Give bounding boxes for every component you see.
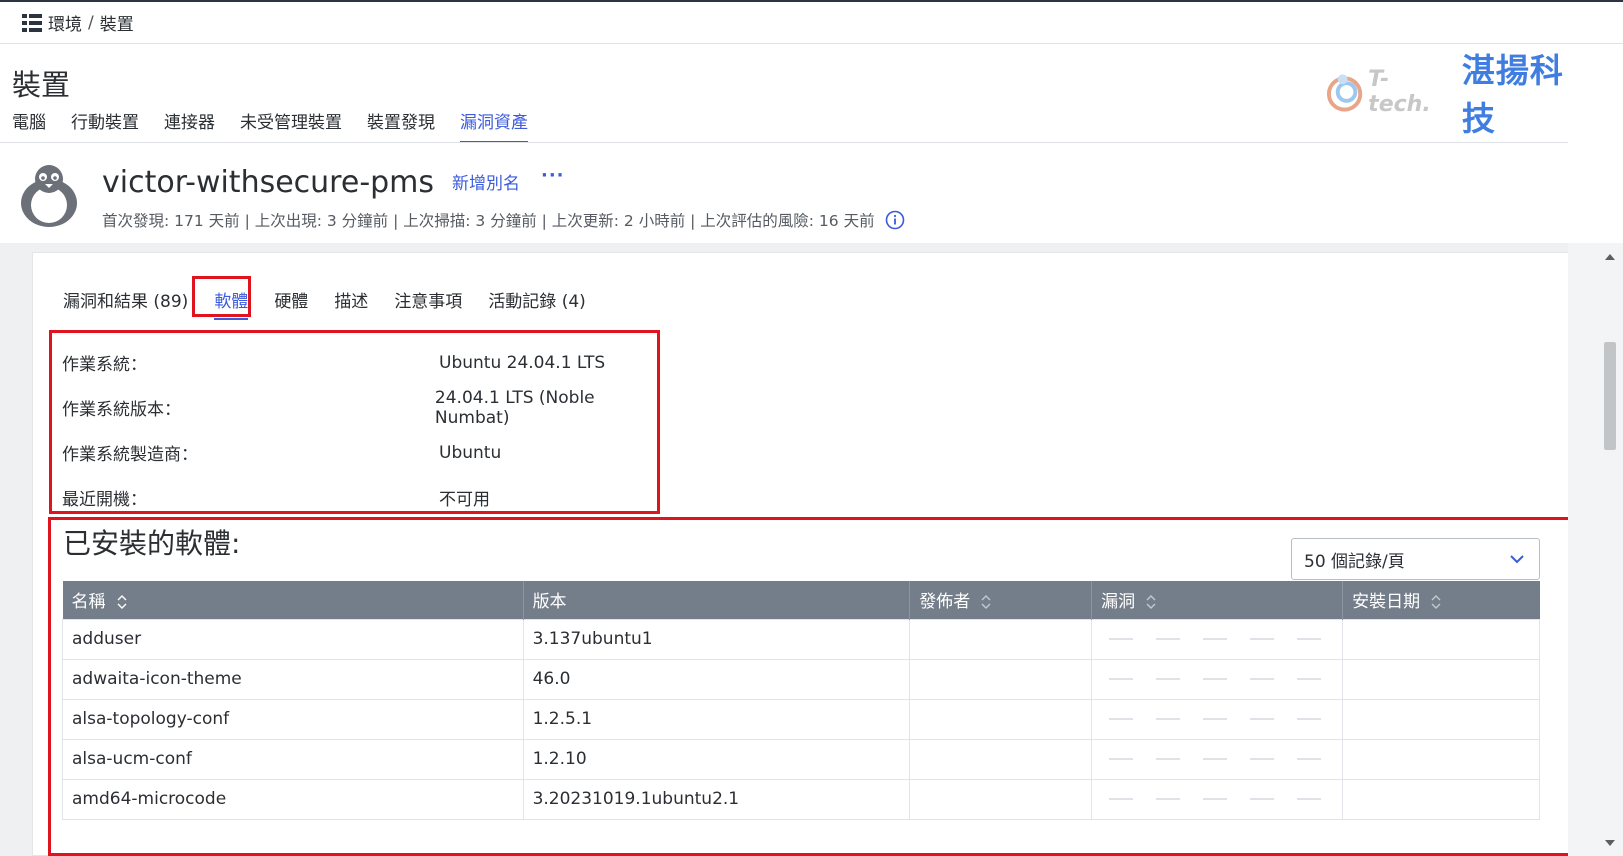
more-options-button[interactable]: ··· [541,165,565,186]
breadcrumb-root[interactable]: 環境 [48,10,82,35]
device-name: victor-withsecure-pms [102,165,435,200]
menu-grid-icon[interactable] [22,13,42,33]
device-header: victor-withsecure-pms 新增別名 ··· 首次發現: 171… [0,143,1568,243]
scrollbar-thumb[interactable] [1604,342,1616,450]
page-title: 裝置 [12,68,71,102]
scroll-up-icon[interactable] [1604,252,1616,262]
highlight-os-info [49,330,660,514]
tab-computers[interactable]: 電腦 [12,108,46,143]
logo-swirl-icon [1326,74,1363,112]
info-icon[interactable] [885,210,905,230]
tab-vulnerabilities-results[interactable]: 漏洞和結果 (89) [63,286,201,318]
tab-notes[interactable]: 注意事項 [381,286,475,318]
add-alias-link[interactable]: 新增別名 [452,169,520,194]
breadcrumb-separator: / [88,12,94,33]
logo-latin: T-tech. [1368,67,1431,117]
tab-device-discovery[interactable]: 裝置發現 [367,108,435,143]
tab-unmanaged-devices[interactable]: 未受管理裝置 [240,108,342,143]
tab-hardware[interactable]: 硬體 [261,286,321,318]
scroll-down-icon[interactable] [1604,838,1616,848]
tab-description[interactable]: 描述 [321,286,381,318]
tab-vulnerability-assets[interactable]: 漏洞資產 [460,108,528,143]
tab-connectors[interactable]: 連接器 [164,108,215,143]
tab-mobile-devices[interactable]: 行動裝置 [71,108,139,143]
logo-chinese: 湛揚科技 [1461,51,1564,138]
scrollbar[interactable] [1568,243,1623,856]
tab-activity-log[interactable]: 活動記錄 (4) [475,286,598,318]
breadcrumb-current: 裝置 [99,15,134,35]
highlight-software-tab [192,276,251,317]
breadcrumb: 環境 / 裝置 [0,0,1623,44]
device-meta-text: 首次發現: 171 天前 | 上次出現: 3 分鐘前 | 上次掃描: 3 分鐘前… [102,212,875,230]
linux-penguin-icon [21,165,77,227]
device-meta: 首次發現: 171 天前 | 上次出現: 3 分鐘前 | 上次掃描: 3 分鐘前… [102,209,905,231]
company-logo: T-tech. 湛揚科技 [1325,51,1595,138]
highlight-installed-software [48,517,1575,856]
device-nav-tabs: 電腦 行動裝置 連接器 未受管理裝置 裝置發現 漏洞資產 [12,108,528,143]
detail-sub-tabs: 漏洞和結果 (89) 軟體 硬體 描述 注意事項 活動記錄 (4) [63,286,599,320]
